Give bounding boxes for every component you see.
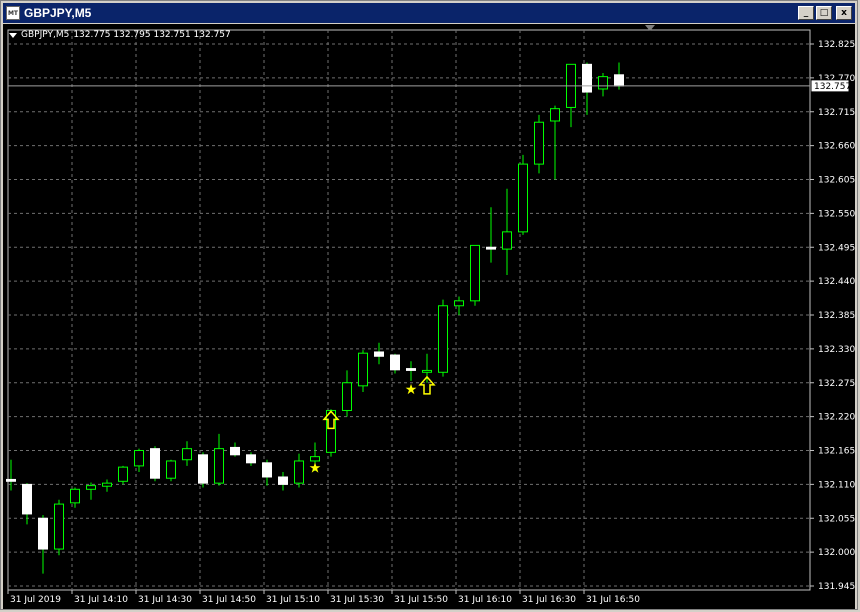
time-tick-label: 31 Jul 14:30: [138, 595, 192, 605]
price-tick-label: 132.550: [818, 209, 855, 219]
candle-body: [182, 448, 192, 461]
candlestick-chart[interactable]: 132.825132.770132.715132.660132.605132.5…: [3, 24, 855, 609]
restore-button[interactable]: □: [816, 6, 832, 20]
time-tick-label: 31 Jul 15:30: [330, 595, 384, 605]
price-tick-label: 132.330: [818, 345, 855, 355]
price-tick-label: 132.715: [818, 108, 855, 118]
time-tick-label: 31 Jul 14:50: [202, 595, 256, 605]
candle-body: [262, 462, 272, 478]
candle-body: [22, 483, 32, 515]
candle-body: [518, 163, 528, 233]
candle-body: [470, 244, 480, 302]
price-tick-label: 132.110: [818, 480, 855, 490]
chart-ohlc: 132.775 132.795 132.751 132.757: [73, 30, 231, 40]
candle-body: [214, 448, 224, 484]
candle-body: [118, 466, 128, 482]
candle-body: [38, 517, 48, 550]
current-price-label: 132.757: [814, 82, 851, 92]
candle-body: [614, 74, 624, 87]
candle-body: [6, 478, 16, 482]
price-tick-label: 132.605: [818, 176, 855, 186]
time-tick-label: 31 Jul 15:10: [266, 595, 320, 605]
price-tick-label: 132.385: [818, 311, 855, 321]
candle-body: [486, 246, 496, 250]
collapse-triangle-icon[interactable]: [9, 32, 17, 38]
candle-body: [150, 448, 160, 479]
close-button[interactable]: x: [836, 6, 852, 20]
time-tick-label: 31 Jul 16:50: [586, 595, 640, 605]
candle-body: [406, 368, 416, 371]
chart-area[interactable]: 132.825 132.770 132.715 132.660 132.605 132.5…: [3, 24, 855, 609]
signal-star-icon: ★: [405, 382, 418, 398]
candle-body: [70, 488, 80, 504]
candle-body: [598, 76, 608, 90]
candle-body: [534, 121, 544, 165]
candle-body: [134, 450, 144, 467]
candle-body: [454, 300, 464, 307]
plot-frame: [7, 29, 811, 591]
price-tick-label: 132.825: [818, 40, 855, 50]
candle-body: [278, 476, 288, 485]
price-tick-label: 132.165: [818, 447, 855, 457]
candle-body: [166, 460, 176, 479]
candle-body: [342, 382, 352, 411]
price-tick-label: 132.055: [818, 514, 855, 524]
chart-window: MT GBPJPY,M5 _ □ x 132.825 132.770 132.715…: [0, 0, 858, 610]
candle-body: [550, 108, 560, 122]
candle-body: [54, 503, 64, 550]
time-tick-label: 31 Jul 14:10: [74, 595, 128, 605]
title-bar[interactable]: MT GBPJPY,M5 _ □ x: [3, 3, 855, 23]
candle-body: [582, 63, 592, 93]
price-tick-label: 132.275: [818, 379, 855, 389]
candle-body: [86, 485, 96, 490]
candle-body: [438, 305, 448, 373]
candle-body: [198, 454, 208, 484]
price-tick-label: 132.440: [818, 277, 855, 287]
time-tick-label: 31 Jul 2019: [10, 595, 61, 605]
price-tick-label: 132.000: [818, 548, 855, 558]
candle-body: [246, 454, 256, 464]
price-tick-label: 132.660: [818, 142, 855, 152]
minimize-button[interactable]: _: [798, 6, 814, 20]
candle-body: [374, 351, 384, 357]
chart-symbol: GBPJPY,M5: [21, 30, 70, 40]
candle-body: [230, 446, 240, 456]
candle-body: [502, 231, 512, 250]
signal-star-icon: ★: [309, 461, 322, 477]
candle-body: [102, 482, 112, 487]
candle-body: [294, 460, 304, 484]
time-tick-label: 31 Jul 15:50: [394, 595, 448, 605]
candle-body: [390, 354, 400, 371]
candle-body: [326, 409, 336, 453]
candle-body: [422, 369, 432, 373]
time-tick-label: 31 Jul 16:10: [458, 595, 512, 605]
price-tick-label: 131.945: [818, 582, 855, 592]
time-tick-label: 31 Jul 16:30: [522, 595, 576, 605]
window-title: GBPJPY,M5: [24, 6, 92, 20]
app-icon: MT: [6, 6, 20, 20]
price-tick-label: 132.495: [818, 243, 855, 253]
price-tick-label: 132.220: [818, 413, 855, 423]
chart-header: GBPJPY,M5 132.775 132.795 132.751 132.75…: [9, 30, 231, 40]
candle-body: [358, 352, 368, 387]
